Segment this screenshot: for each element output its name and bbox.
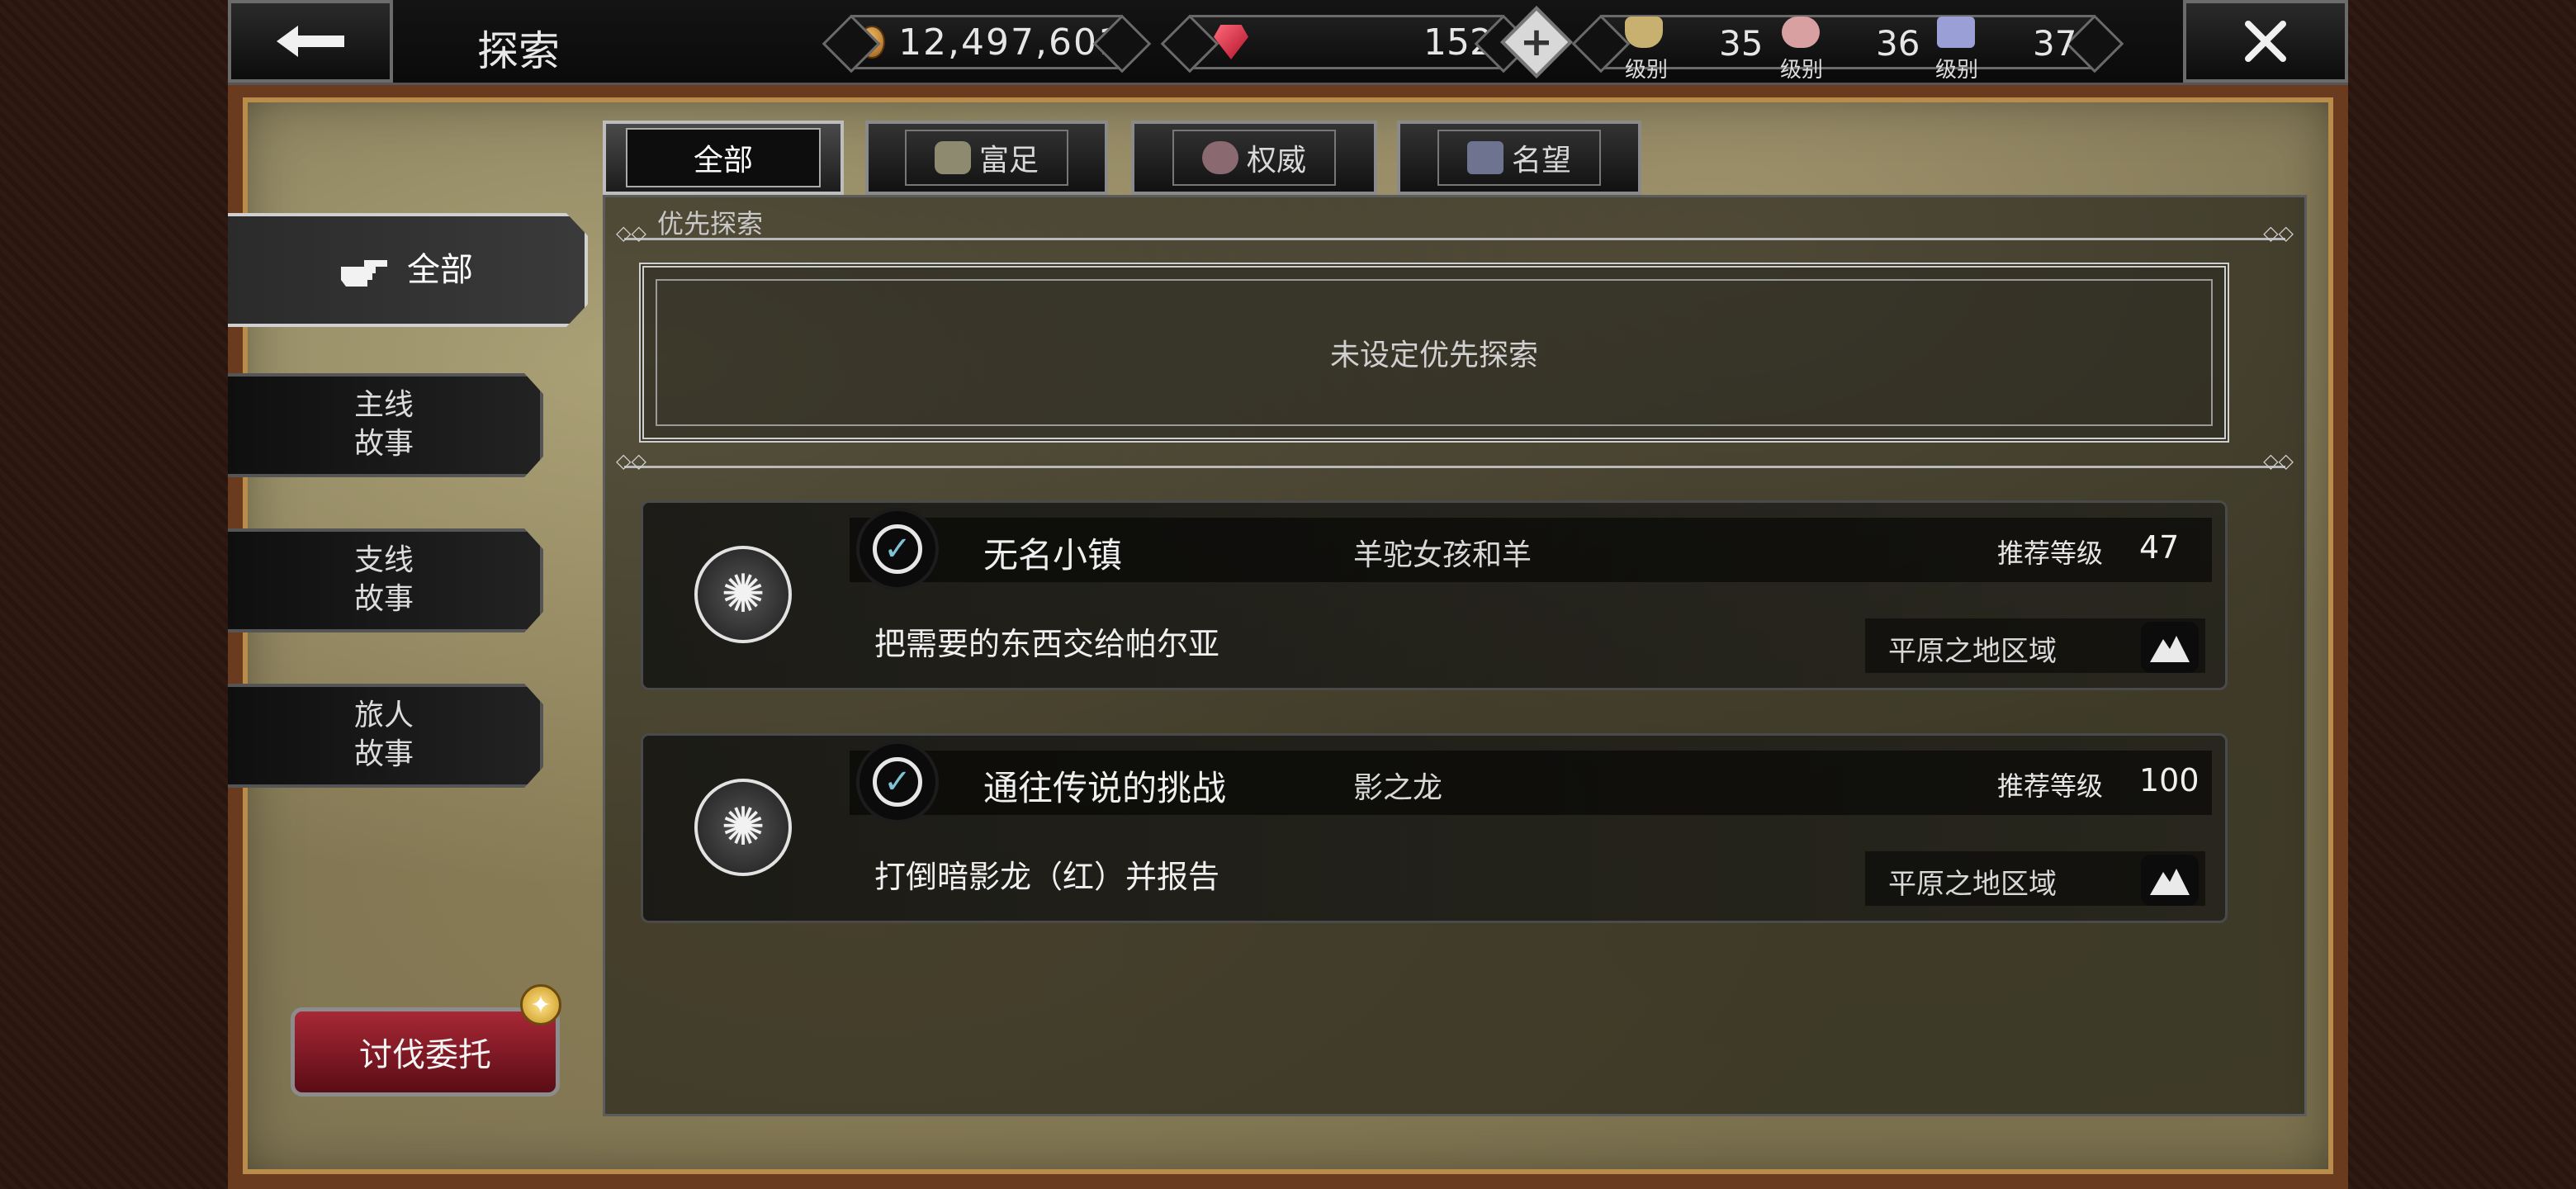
tab-authority[interactable]: 权威	[1131, 121, 1377, 195]
rank-icon-3	[1937, 17, 1975, 48]
quest-subtitle: 羊驼女孩和羊	[1353, 538, 1532, 572]
priority-empty-text: 未设定优先探索	[1329, 339, 1538, 372]
quest-subtitle: 影之龙	[1353, 771, 1443, 805]
rank-icon-2	[1782, 17, 1820, 48]
back-button[interactable]	[228, 0, 393, 83]
back-arrow-icon	[277, 26, 344, 57]
gem-counter: 152	[1189, 15, 1504, 69]
tab-fame[interactable]: 名望	[1397, 121, 1641, 195]
sidebar-item-side-story[interactable]: 支线 故事	[228, 528, 543, 632]
sidebar-item-label: 全部	[407, 251, 473, 289]
quest-card[interactable]: ✺ ✓ 通往传说的挑战 影之龙 推荐等级 100 打倒暗影龙（红）并报告 平原之…	[641, 733, 2228, 923]
close-button[interactable]	[2183, 0, 2348, 83]
tab-wealth[interactable]: 富足	[865, 121, 1108, 195]
quest-description: 把需要的东西交给帕尔亚	[874, 626, 1220, 662]
coin-icon	[859, 26, 886, 59]
quest-level: 100	[2139, 762, 2200, 798]
rank-label-1: 级别	[1625, 58, 1669, 83]
priority-slot[interactable]: 未设定优先探索	[639, 263, 2229, 443]
sidebar-item-label-line2: 故事	[353, 582, 414, 616]
tab-label: 富足	[978, 144, 1039, 178]
quest-level-label: 推荐等级	[1997, 770, 2104, 802]
rank-icon-1	[1625, 17, 1663, 48]
quest-region-label: 平原之地区域	[1888, 635, 2057, 668]
sidebar-item-label-line2: 故事	[353, 427, 414, 461]
gem-amount: 152	[1423, 21, 1493, 64]
rank-value-2: 36	[1876, 23, 1920, 64]
page-title: 探索	[477, 27, 560, 75]
new-badge-icon: ✦	[520, 984, 561, 1026]
compass-icon: ✺	[694, 546, 792, 643]
fame-emblem-icon	[1466, 141, 1503, 174]
sidebar-item-label-line1: 主线	[353, 388, 414, 423]
close-icon	[2245, 21, 2286, 62]
gold-counter: 12,497,601	[850, 15, 1123, 69]
wealth-emblem-icon	[934, 141, 971, 174]
rank-label-2: 级别	[1780, 58, 1824, 83]
tab-label: 名望	[1511, 144, 1571, 178]
check-icon: ✓	[856, 508, 939, 590]
tab-label: 全部	[693, 144, 753, 178]
divider-bottom	[616, 449, 2294, 472]
sidebar-item-label-line2: 故事	[353, 737, 414, 771]
rank-value-3: 37	[2033, 23, 2077, 64]
sidebar-item-main-story[interactable]: 主线 故事	[228, 373, 543, 477]
quest-level-label: 推荐等级	[1997, 538, 2104, 569]
quest-title: 无名小镇	[983, 535, 1123, 576]
rank-value-1: 35	[1719, 23, 1764, 64]
gold-amount: 12,497,601	[898, 21, 1123, 64]
left-border-pattern	[0, 0, 228, 1189]
subjugation-label: 讨伐委托	[359, 1036, 491, 1074]
quest-card[interactable]: ✺ ✓ 无名小镇 羊驼女孩和羊 推荐等级 47 把需要的东西交给帕尔亚 平原之地…	[641, 500, 2228, 690]
check-icon: ✓	[856, 741, 939, 823]
quest-title: 通往传说的挑战	[983, 768, 1227, 808]
divider-top	[616, 221, 2294, 244]
mountain-region-icon	[2141, 622, 2199, 673]
sidebar-item-label-line1: 旅人	[353, 699, 414, 733]
tab-all[interactable]: 全部	[603, 121, 844, 195]
plus-icon: +	[1519, 19, 1554, 65]
hand-pointer-icon	[341, 260, 387, 287]
quest-region-label: 平原之地区域	[1888, 868, 2057, 901]
authority-emblem-icon	[1201, 141, 1238, 174]
priority-section-label: 优先探索	[657, 208, 764, 239]
rank-counters	[1600, 15, 2095, 69]
subjugation-request-button[interactable]: 讨伐委托	[291, 1007, 560, 1097]
gem-icon	[1214, 25, 1248, 59]
sidebar-item-traveler-story[interactable]: 旅人 故事	[228, 684, 543, 788]
sidebar-item-label-line1: 支线	[353, 543, 414, 578]
quest-level: 47	[2139, 529, 2180, 566]
right-border-pattern	[2348, 0, 2576, 1189]
rank-label-3: 级别	[1935, 58, 1979, 83]
quest-description: 打倒暗影龙（红）并报告	[874, 859, 1220, 895]
mountain-region-icon	[2141, 855, 2199, 906]
game-screen: 探索 12,497,601 152 + 级别 35 级别 36 级别 37 全部…	[0, 0, 2576, 1189]
sidebar-item-all[interactable]: 全部	[228, 213, 588, 327]
tab-label: 权威	[1246, 144, 1306, 178]
compass-icon: ✺	[694, 779, 792, 876]
